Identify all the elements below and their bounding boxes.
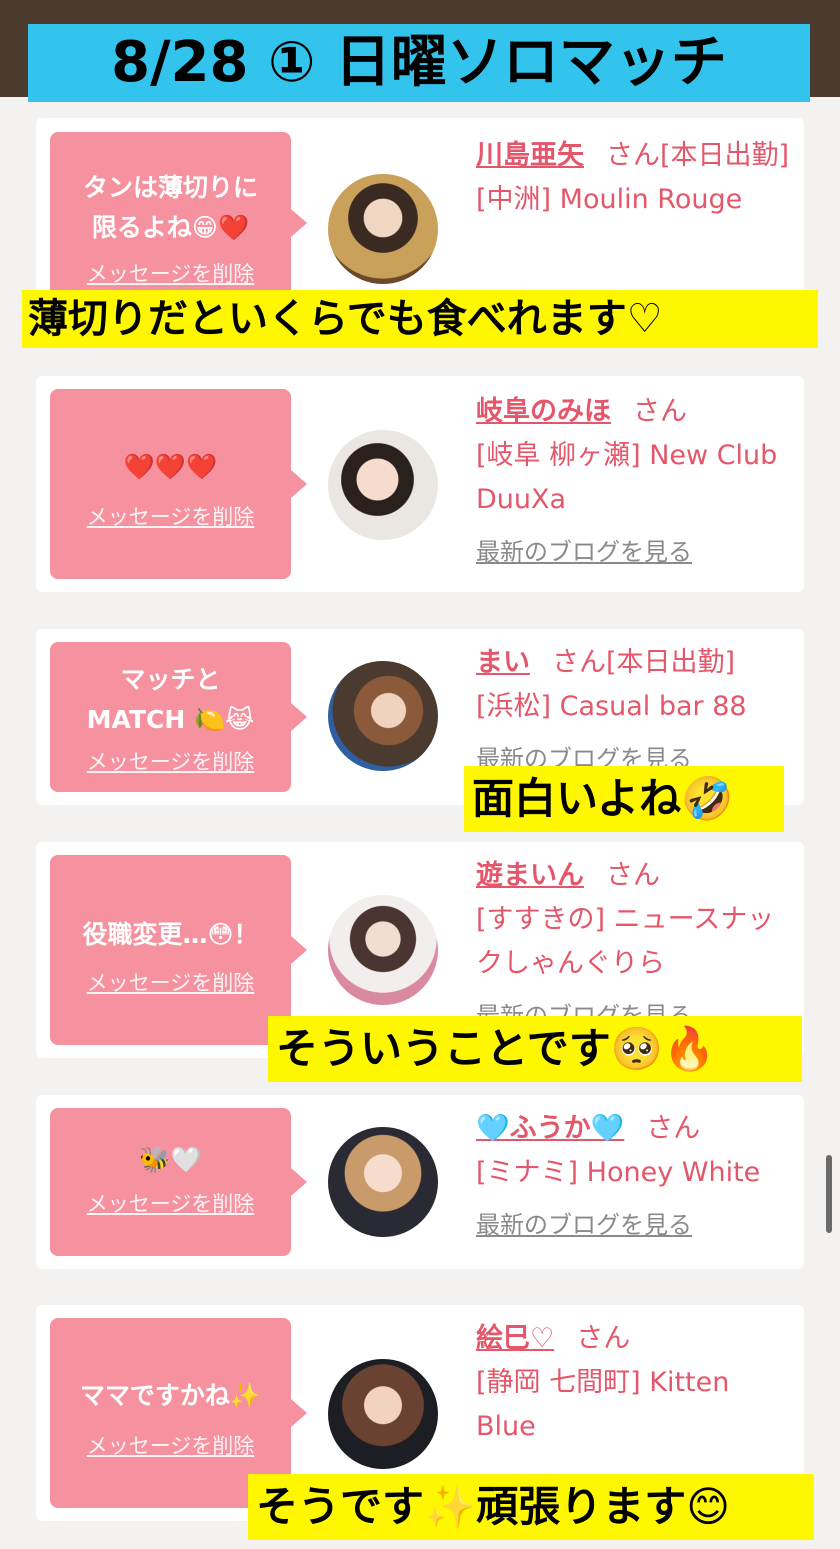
profile-name-link[interactable]: 岐阜のみほ	[476, 396, 611, 427]
delete-message-link[interactable]: メッセージを削除	[50, 258, 291, 288]
avatar[interactable]	[328, 1127, 438, 1237]
shop-name: [浜松] Casual bar 88	[476, 691, 747, 722]
honorific: さん	[576, 1323, 631, 1354]
honorific: さん[本日出勤]	[552, 647, 736, 678]
profile-name-link[interactable]: 川島亜矢	[476, 140, 584, 171]
profile-info: 岐阜のみほ さん [岐阜 柳ヶ瀬] New Club DuuXa 最新のブログを見…	[476, 390, 791, 574]
shop-name: [ミナミ] Honey White	[476, 1157, 761, 1188]
avatar[interactable]	[328, 1359, 438, 1469]
profile-name-link[interactable]: 🩵ふうか🩵	[476, 1113, 624, 1144]
caption-overlay: そういうことです🥺🔥	[268, 1016, 802, 1082]
profile-info: 🩵ふうか🩵 さん [ミナミ] Honey White 最新のブログを見る	[476, 1107, 791, 1247]
latest-blog-link[interactable]: 最新のブログを見る	[476, 1203, 791, 1247]
avatar[interactable]	[328, 661, 438, 771]
caption-overlay: 薄切りだといくらでも食べれます♡	[22, 290, 818, 348]
message-text: ❤️❤️❤️	[123, 452, 218, 481]
profile-name-link[interactable]: まい	[476, 647, 530, 678]
avatar[interactable]	[328, 430, 438, 540]
message-bubble: ❤️❤️❤️ メッセージを削除	[50, 389, 307, 579]
message-bubble: 🐝🤍 メッセージを削除	[50, 1108, 307, 1256]
avatar[interactable]	[328, 895, 438, 1005]
caption-overlay: 面白いよね🤣	[464, 766, 784, 832]
message-text: タンは薄切りに限るよね😁❤️	[82, 173, 258, 242]
delete-message-link[interactable]: メッセージを削除	[50, 746, 291, 776]
message-text: ママですかね✨	[79, 1381, 262, 1410]
message-text: マッチとMATCH 🍋😹	[86, 665, 255, 734]
shop-name: [すすきの] ニュースナックしゃんぐりら	[476, 904, 775, 979]
profile-info: まい さん[本日出勤] [浜松] Casual bar 88 最新のブログを見る	[476, 641, 791, 781]
title-banner: 8/28 ① 日曜ソロマッチ	[28, 24, 810, 102]
delete-message-link[interactable]: メッセージを削除	[50, 1430, 291, 1460]
shop-name: [静岡 七間町] Kitten Blue	[476, 1367, 730, 1442]
shop-name: [岐阜 柳ヶ瀬] New Club DuuXa	[476, 440, 778, 515]
profile-name-link[interactable]: 遊まいん	[476, 860, 584, 891]
delete-message-link[interactable]: メッセージを削除	[50, 501, 291, 531]
honorific: さん	[646, 1113, 701, 1144]
message-bubble: マッチとMATCH 🍋😹 メッセージを削除	[50, 642, 307, 792]
caption-overlay: そうです✨頑張ります😊	[248, 1474, 814, 1540]
message-bubble: タンは薄切りに限るよね😁❤️ メッセージを削除	[50, 132, 307, 314]
honorific: さん	[606, 860, 660, 891]
latest-blog-link[interactable]: 最新のブログを見る	[476, 530, 791, 574]
avatar[interactable]	[328, 174, 438, 284]
match-card: 🐝🤍 メッセージを削除 🩵ふうか🩵 さん [ミナミ] Honey White 最新…	[36, 1095, 804, 1269]
delete-message-link[interactable]: メッセージを削除	[50, 967, 291, 997]
message-text: 🐝🤍	[139, 1145, 202, 1174]
profile-info: 絵巳♡ さん [静岡 七間町] Kitten Blue	[476, 1317, 791, 1449]
message-text: 役職変更…😳！	[82, 920, 259, 949]
shop-name: [中洲] Moulin Rouge	[476, 184, 743, 215]
message-bubble: 役職変更…😳！ メッセージを削除	[50, 855, 307, 1045]
delete-message-link[interactable]: メッセージを削除	[50, 1188, 291, 1218]
match-card: ❤️❤️❤️ メッセージを削除 岐阜のみほ さん [岐阜 柳ヶ瀬] New Clu…	[36, 376, 804, 592]
scrollbar-thumb[interactable]	[826, 1155, 832, 1233]
honorific: さん	[633, 396, 687, 427]
profile-info: 遊まいんさん [すすきの] ニュースナックしゃんぐりら 最新のブログを見る	[476, 854, 791, 1038]
honorific: さん[本日出勤]	[606, 140, 790, 171]
profile-name-link[interactable]: 絵巳♡	[476, 1323, 554, 1354]
profile-info: 川島亜矢 さん[本日出勤] [中洲] Moulin Rouge	[476, 134, 791, 222]
